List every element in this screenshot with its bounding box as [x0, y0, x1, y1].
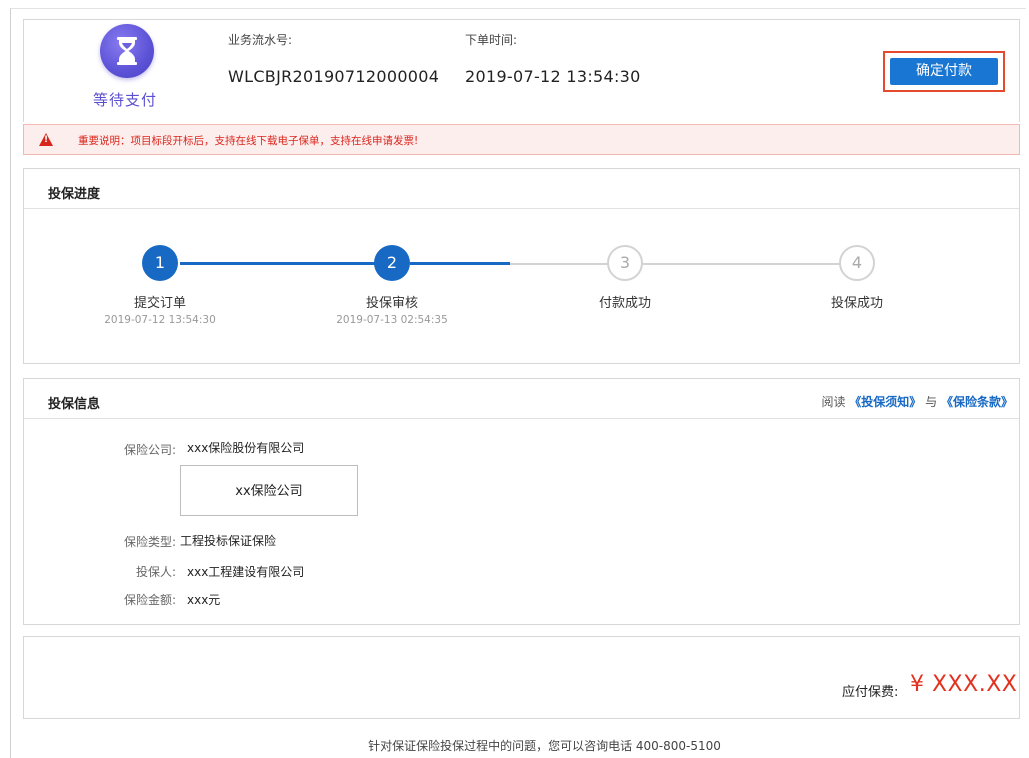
fee-label: 应付保费:: [842, 685, 899, 700]
type-value: 工程投标保证保险: [180, 534, 277, 548]
type-label: 保险类型:: [123, 535, 176, 549]
info-card: 投保信息 阅读 《投保须知》 与 《保险条款》: [23, 378, 1020, 625]
step-1-time: 2019-07-12 13:54:30: [104, 314, 216, 326]
info-card-header: 投保信息 阅读 《投保须知》 与 《保险条款》: [24, 379, 1019, 419]
hourglass-icon: [100, 24, 154, 78]
step-line-2-3-done: [410, 262, 510, 265]
confirm-pay-highlight: 确定付款: [883, 51, 1005, 92]
read-links: 阅读 《投保须知》 与 《保险条款》: [821, 393, 1013, 410]
warning-icon: [39, 133, 53, 146]
step-line-3-4: [640, 263, 840, 265]
order-time-label: 下单时间:: [465, 33, 518, 47]
info-title: 投保信息: [48, 397, 101, 412]
terms-link[interactable]: 《保险条款》: [941, 395, 1013, 409]
notice-bar: 重要说明：项目标段开标后，支持在线下载电子保单，支持在线申请发票!: [23, 124, 1020, 155]
company-logo: xx保险公司: [180, 465, 358, 516]
read-prefix: 阅读: [821, 395, 846, 409]
progress-title: 投保进度: [48, 187, 101, 202]
order-time-value: 2019-07-12 13:54:30: [465, 67, 641, 86]
step-1-label: 提交订单: [133, 296, 186, 311]
footer-contact: 针对保证保险投保过程中的问题，您可以咨询电话 400-800-5100: [368, 739, 721, 753]
confirm-pay-button[interactable]: 确定付款: [890, 58, 998, 85]
step-line-1-2: [180, 262, 380, 265]
insured-value: xxx工程建设有限公司: [187, 565, 305, 579]
amount-value: xxx元: [187, 593, 221, 607]
step-1-circle: 1: [142, 245, 178, 281]
read-conjunction: 与: [925, 395, 938, 409]
step-3-label: 付款成功: [598, 296, 651, 311]
notice-text: 重要说明：项目标段开标后，支持在线下载电子保单，支持在线申请发票!: [78, 135, 419, 147]
progress-card-header: 投保进度: [24, 169, 1019, 209]
fee-card: [23, 636, 1020, 719]
amount-label: 保险金额:: [123, 593, 176, 607]
serial-label: 业务流水号:: [228, 33, 293, 47]
step-4-label: 投保成功: [830, 296, 883, 311]
step-2-time: 2019-07-13 02:54:35: [336, 314, 448, 326]
status-label: 等待支付: [93, 91, 158, 109]
company-label: 保险公司:: [123, 443, 176, 457]
company-value: xxx保险股份有限公司: [187, 441, 305, 455]
notice-link[interactable]: 《投保须知》: [849, 395, 921, 409]
fee-value: ¥ XXX.XX: [910, 672, 1018, 697]
step-4-circle: 4: [839, 245, 875, 281]
insured-label: 投保人:: [135, 565, 176, 579]
serial-value: WLCBJR20190712000004: [228, 67, 440, 86]
step-line-2-3-todo: [510, 263, 610, 265]
step-3-circle: 3: [607, 245, 643, 281]
step-2-circle: 2: [374, 245, 410, 281]
step-2-label: 投保审核: [365, 296, 418, 311]
